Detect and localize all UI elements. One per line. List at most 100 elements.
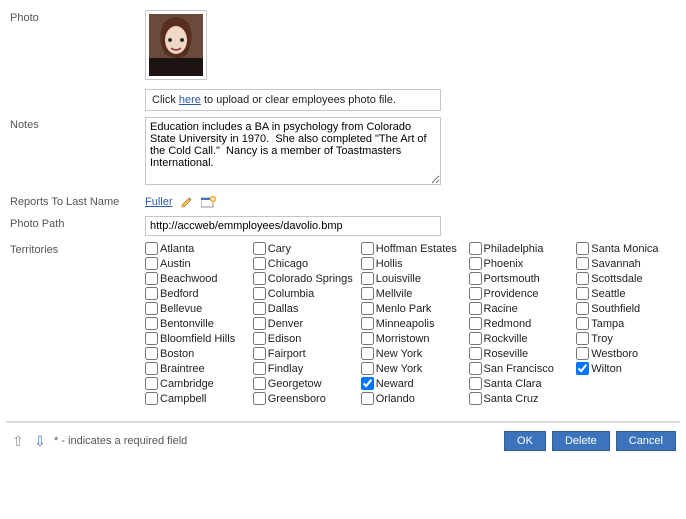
territory-item[interactable]: Rockville — [469, 332, 569, 345]
territory-checkbox[interactable] — [145, 362, 158, 375]
territory-checkbox[interactable] — [576, 272, 589, 285]
territory-item[interactable]: Morristown — [361, 332, 461, 345]
territory-checkbox[interactable] — [145, 347, 158, 360]
territory-item[interactable]: Santa Clara — [469, 377, 569, 390]
territory-checkbox[interactable] — [576, 287, 589, 300]
territory-item[interactable]: Bellevue — [145, 302, 245, 315]
territory-checkbox[interactable] — [361, 317, 374, 330]
territory-checkbox[interactable] — [469, 317, 482, 330]
territory-item[interactable]: Denver — [253, 317, 353, 330]
pencil-icon[interactable] — [179, 194, 195, 210]
territory-item[interactable]: Racine — [469, 302, 569, 315]
territory-checkbox[interactable] — [361, 392, 374, 405]
territory-checkbox[interactable] — [253, 272, 266, 285]
territory-item[interactable]: Savannah — [576, 257, 676, 270]
territory-item[interactable]: San Francisco — [469, 362, 569, 375]
territory-item[interactable]: Beachwood — [145, 272, 245, 285]
territory-checkbox[interactable] — [253, 392, 266, 405]
territory-item[interactable]: Chicago — [253, 257, 353, 270]
territory-item[interactable]: Scottsdale — [576, 272, 676, 285]
territory-checkbox[interactable] — [253, 257, 266, 270]
territory-item[interactable]: Redmond — [469, 317, 569, 330]
territory-checkbox[interactable] — [469, 392, 482, 405]
territory-checkbox[interactable] — [253, 332, 266, 345]
territory-checkbox[interactable] — [145, 332, 158, 345]
arrow-down-icon[interactable]: ⇩ — [32, 433, 48, 449]
photo-thumbnail[interactable] — [145, 10, 207, 80]
arrow-up-icon[interactable]: ⇧ — [10, 433, 26, 449]
territory-checkbox[interactable] — [361, 302, 374, 315]
territory-item[interactable]: Santa Monica — [576, 242, 676, 255]
territory-checkbox[interactable] — [253, 317, 266, 330]
territory-item[interactable]: Cary — [253, 242, 353, 255]
territory-item[interactable]: New York — [361, 362, 461, 375]
territory-checkbox[interactable] — [576, 302, 589, 315]
territory-checkbox[interactable] — [469, 347, 482, 360]
territory-item[interactable]: Phoenix — [469, 257, 569, 270]
territory-checkbox[interactable] — [576, 317, 589, 330]
territory-item[interactable]: Findlay — [253, 362, 353, 375]
territory-checkbox[interactable] — [361, 257, 374, 270]
territory-item[interactable]: Bloomfield Hills — [145, 332, 245, 345]
territory-item[interactable]: Hoffman Estates — [361, 242, 461, 255]
territory-item[interactable]: Tampa — [576, 317, 676, 330]
territory-checkbox[interactable] — [576, 242, 589, 255]
territory-item[interactable]: Wilton — [576, 362, 676, 375]
territory-item[interactable]: Austin — [145, 257, 245, 270]
territory-checkbox[interactable] — [361, 287, 374, 300]
territory-checkbox[interactable] — [361, 377, 374, 390]
territory-item[interactable]: Dallas — [253, 302, 353, 315]
territory-item[interactable]: Colorado Springs — [253, 272, 353, 285]
photo-path-input[interactable] — [145, 216, 441, 236]
notes-textarea[interactable] — [145, 117, 441, 185]
territory-item[interactable]: Santa Cruz — [469, 392, 569, 405]
territory-checkbox[interactable] — [469, 302, 482, 315]
territory-checkbox[interactable] — [145, 287, 158, 300]
territory-checkbox[interactable] — [469, 257, 482, 270]
territory-item[interactable]: Fairport — [253, 347, 353, 360]
territory-checkbox[interactable] — [576, 257, 589, 270]
territory-checkbox[interactable] — [361, 362, 374, 375]
territory-checkbox[interactable] — [253, 287, 266, 300]
territory-checkbox[interactable] — [253, 362, 266, 375]
territory-item[interactable]: Edison — [253, 332, 353, 345]
territory-checkbox[interactable] — [361, 242, 374, 255]
territory-item[interactable]: Georgetow — [253, 377, 353, 390]
territory-checkbox[interactable] — [253, 242, 266, 255]
territory-item[interactable]: Mellvile — [361, 287, 461, 300]
territory-item[interactable]: Portsmouth — [469, 272, 569, 285]
territory-item[interactable]: New York — [361, 347, 461, 360]
territory-item[interactable]: Orlando — [361, 392, 461, 405]
territory-item[interactable]: Philadelphia — [469, 242, 569, 255]
territory-checkbox[interactable] — [361, 332, 374, 345]
reports-to-value-link[interactable]: Fuller — [145, 196, 173, 208]
territory-item[interactable]: Troy — [576, 332, 676, 345]
territory-item[interactable]: Menlo Park — [361, 302, 461, 315]
territory-item[interactable]: Cambridge — [145, 377, 245, 390]
ok-button[interactable]: OK — [504, 431, 546, 451]
territory-checkbox[interactable] — [145, 257, 158, 270]
territory-item[interactable]: Greensboro — [253, 392, 353, 405]
territory-checkbox[interactable] — [469, 332, 482, 345]
territory-item[interactable]: Atlanta — [145, 242, 245, 255]
territory-item[interactable]: Campbell — [145, 392, 245, 405]
upload-link[interactable]: here — [179, 94, 201, 106]
territory-item[interactable]: Louisville — [361, 272, 461, 285]
territory-item[interactable]: Boston — [145, 347, 245, 360]
cancel-button[interactable]: Cancel — [616, 431, 676, 451]
territory-checkbox[interactable] — [469, 242, 482, 255]
territory-checkbox[interactable] — [469, 287, 482, 300]
territory-checkbox[interactable] — [576, 347, 589, 360]
territory-checkbox[interactable] — [145, 272, 158, 285]
territory-checkbox[interactable] — [361, 272, 374, 285]
territory-checkbox[interactable] — [145, 302, 158, 315]
territory-item[interactable]: Bedford — [145, 287, 245, 300]
territory-checkbox[interactable] — [145, 377, 158, 390]
territory-item[interactable]: Westboro — [576, 347, 676, 360]
territory-item[interactable]: Providence — [469, 287, 569, 300]
territory-checkbox[interactable] — [576, 362, 589, 375]
territory-checkbox[interactable] — [576, 332, 589, 345]
territory-item[interactable]: Braintree — [145, 362, 245, 375]
territory-checkbox[interactable] — [145, 242, 158, 255]
territory-item[interactable]: Roseville — [469, 347, 569, 360]
